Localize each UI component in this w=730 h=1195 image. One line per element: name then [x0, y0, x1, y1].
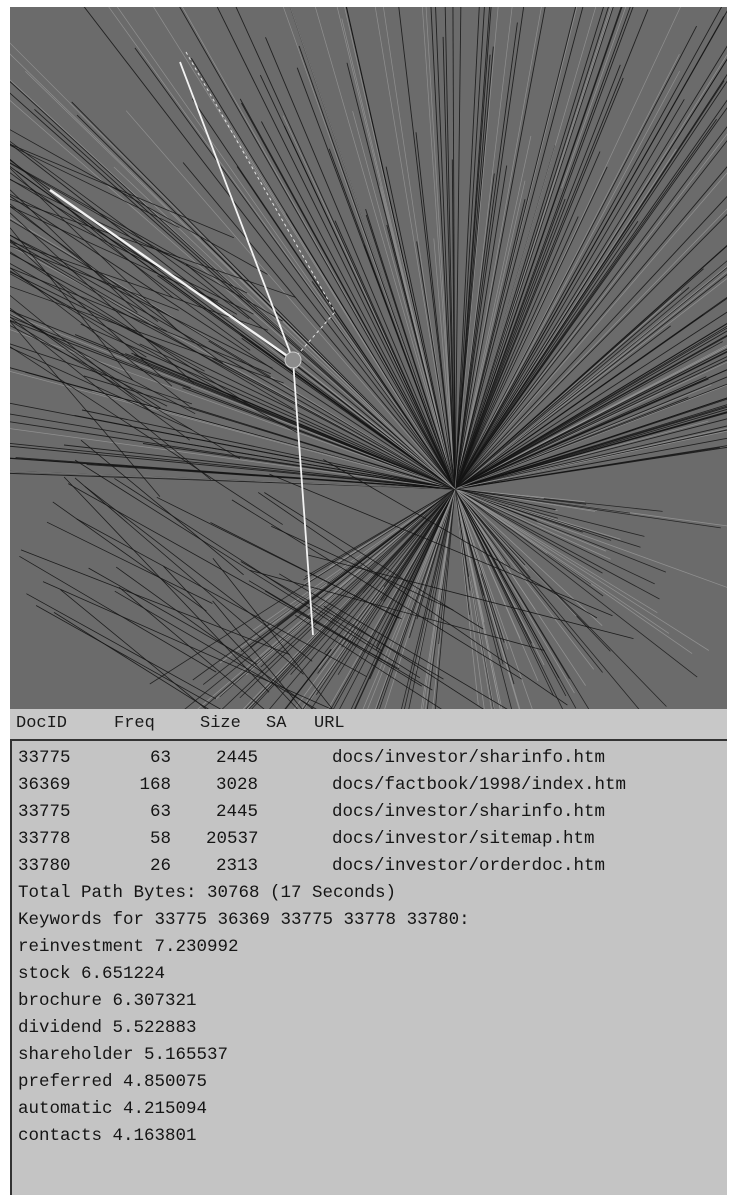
cell-freq: 168 — [139, 775, 171, 795]
column-header-docid[interactable]: DocID — [16, 709, 67, 739]
column-header-sa[interactable]: SA — [266, 709, 286, 739]
cell-url: docs/investor/sharinfo.htm — [332, 748, 606, 768]
table-row[interactable]: 33775 63 2445 docs/investor/sharinfo.htm — [12, 745, 727, 772]
cell-size: 2445 — [216, 748, 259, 768]
results-panel[interactable]: 33775 63 2445 docs/investor/sharinfo.htm… — [10, 739, 727, 1195]
table-row[interactable]: 33778 58 20537 docs/investor/sitemap.htm — [12, 826, 727, 853]
column-header-url[interactable]: URL — [314, 709, 345, 739]
cell-size: 2445 — [216, 802, 259, 822]
cell-docid: 36369 — [18, 775, 71, 795]
keyword-item: dividend 5.522883 — [18, 1018, 197, 1038]
results-header: DocID Freq Size SA URL — [10, 709, 727, 739]
keyword-item: shareholder 5.165537 — [18, 1045, 229, 1065]
column-header-size[interactable]: Size — [200, 709, 241, 739]
cell-url: docs/investor/orderdoc.htm — [332, 856, 606, 876]
table-row[interactable]: 36369 168 3028 docs/factbook/1998/index.… — [12, 772, 727, 799]
hyperbolic-tree-view[interactable] — [10, 7, 727, 709]
keyword-item: preferred 4.850075 — [18, 1072, 208, 1092]
cell-freq: 63 — [149, 748, 171, 768]
cell-freq: 58 — [149, 829, 171, 849]
hyperbolic-tree-icon[interactable] — [10, 7, 727, 709]
cell-freq: 63 — [149, 802, 171, 822]
cell-docid: 33775 — [18, 748, 71, 768]
cell-docid: 33780 — [18, 856, 71, 876]
keyword-item: reinvestment 7.230992 — [18, 937, 239, 957]
keyword-item: brochure 6.307321 — [18, 991, 197, 1011]
cell-url: docs/investor/sharinfo.htm — [332, 802, 606, 822]
keywords-title: Keywords for 33775 36369 33775 33778 337… — [18, 910, 470, 930]
cell-url: docs/investor/sitemap.htm — [332, 829, 595, 849]
cell-freq: 26 — [149, 856, 171, 876]
cell-url: docs/factbook/1998/index.htm — [332, 775, 627, 795]
total-path-bytes: Total Path Bytes: 30768 (17 Seconds) — [18, 883, 397, 903]
cell-docid: 33775 — [18, 802, 71, 822]
cell-docid: 33778 — [18, 829, 71, 849]
keyword-item: automatic 4.215094 — [18, 1099, 208, 1119]
keyword-item: stock 6.651224 — [18, 964, 166, 984]
table-row[interactable]: 33775 63 2445 docs/investor/sharinfo.htm — [12, 799, 727, 826]
cell-size: 20537 — [206, 829, 259, 849]
cell-size: 2313 — [216, 856, 259, 876]
cell-size: 3028 — [216, 775, 259, 795]
table-row[interactable]: 33780 26 2313 docs/investor/orderdoc.htm — [12, 853, 727, 880]
column-header-freq[interactable]: Freq — [114, 709, 155, 739]
keyword-item: contacts 4.163801 — [18, 1126, 197, 1146]
